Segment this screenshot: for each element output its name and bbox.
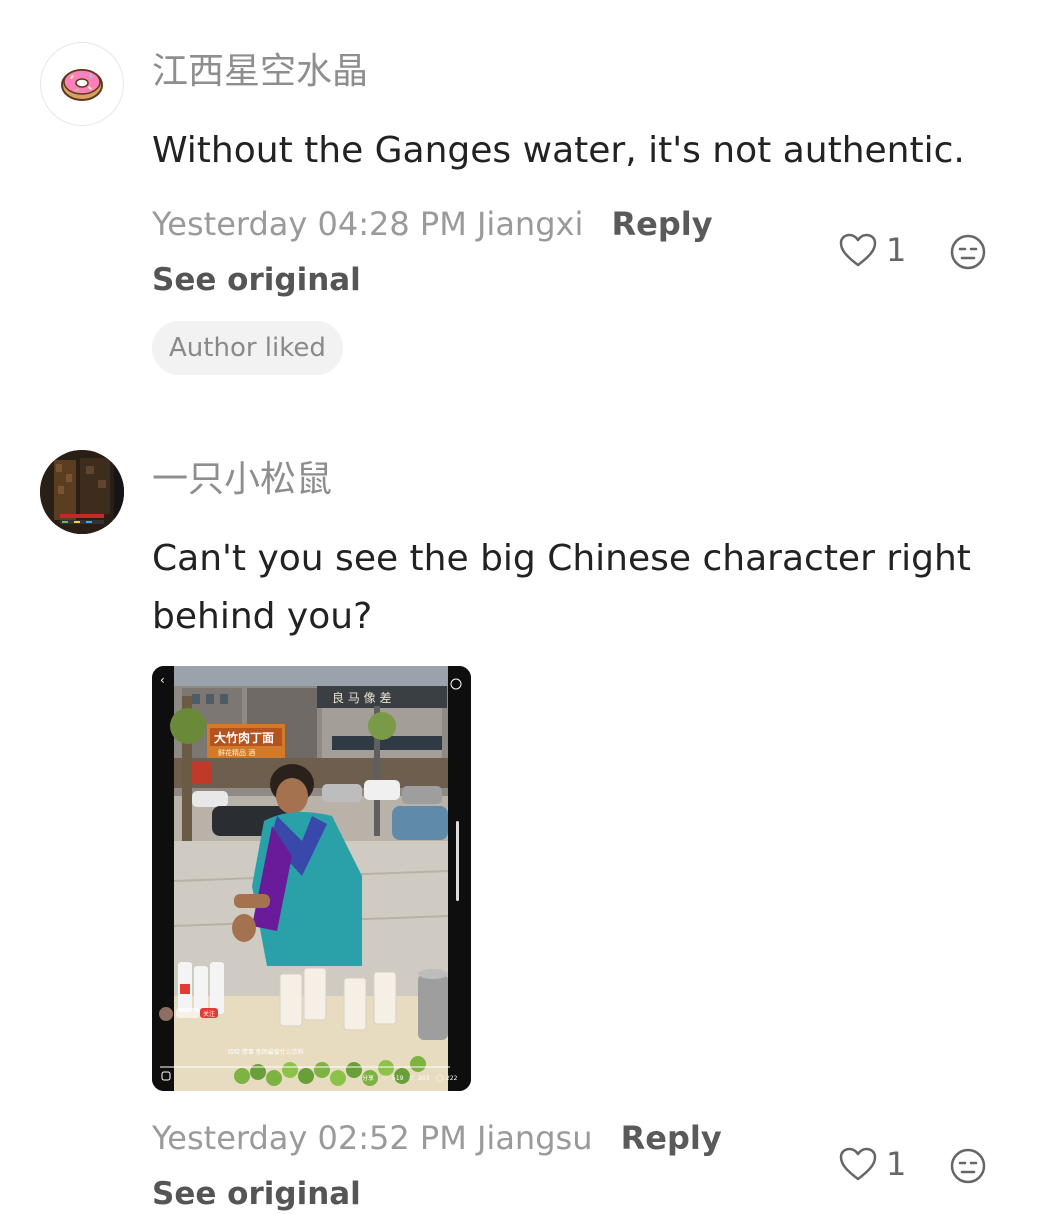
meh-face-icon xyxy=(950,1148,986,1184)
comment-item: 一只小松鼠 Can't you see the big Chinese char… xyxy=(0,0,1043,1212)
comment-small-icon: ◯ xyxy=(436,1074,444,1082)
back-icon: ‹ xyxy=(160,673,165,687)
video-caption: 哈哈 情事 你的最爱什么饮料 xyxy=(228,1048,304,1056)
upper-shop-sign: 良 马 像 差 xyxy=(332,690,391,705)
heart-small-icon: ♡ xyxy=(382,1074,388,1082)
game-scene-avatar xyxy=(40,450,124,534)
timestamp: Yesterday 02:52 PM xyxy=(152,1119,467,1157)
video-comment-count: 222 xyxy=(446,1075,458,1082)
shop-sign-subtext: 鲜花精品 酒 xyxy=(218,748,255,757)
video-like-count: 519 xyxy=(392,1075,404,1082)
user-avatar[interactable] xyxy=(40,450,124,534)
star-small-icon: ☆ xyxy=(408,1074,414,1082)
dislike-button[interactable] xyxy=(950,1148,986,1184)
video-favorite-count: 203 xyxy=(418,1075,430,1082)
comment-meta: Yesterday 02:52 PM Jiangsu Reply xyxy=(152,1118,722,1158)
location: Jiangsu xyxy=(476,1119,593,1157)
street-vendor-video-screenshot: 良 马 像 差 大竹肉丁面 鲜花精品 酒 ‹ 关注 哈哈 情事 你的最爱什么饮料… xyxy=(152,666,471,1091)
see-original-link[interactable]: See original xyxy=(152,1174,361,1214)
like-button[interactable]: 1 xyxy=(838,1144,906,1184)
attached-image[interactable]: 良 马 像 差 大竹肉丁面 鲜花精品 酒 ‹ 关注 哈哈 情事 你的最爱什么饮料… xyxy=(152,666,471,1091)
comment-text: Can't you see the big Chinese character … xyxy=(152,538,971,637)
username[interactable]: 一只小松鼠 xyxy=(152,458,332,502)
share-label: 分享 xyxy=(362,1074,374,1082)
reply-button[interactable]: Reply xyxy=(621,1119,722,1157)
heart-icon xyxy=(839,1147,877,1181)
follow-button-label: 关注 xyxy=(203,1010,215,1018)
shop-sign-text: 大竹肉丁面 xyxy=(214,730,274,745)
like-count: 1 xyxy=(886,1145,907,1183)
